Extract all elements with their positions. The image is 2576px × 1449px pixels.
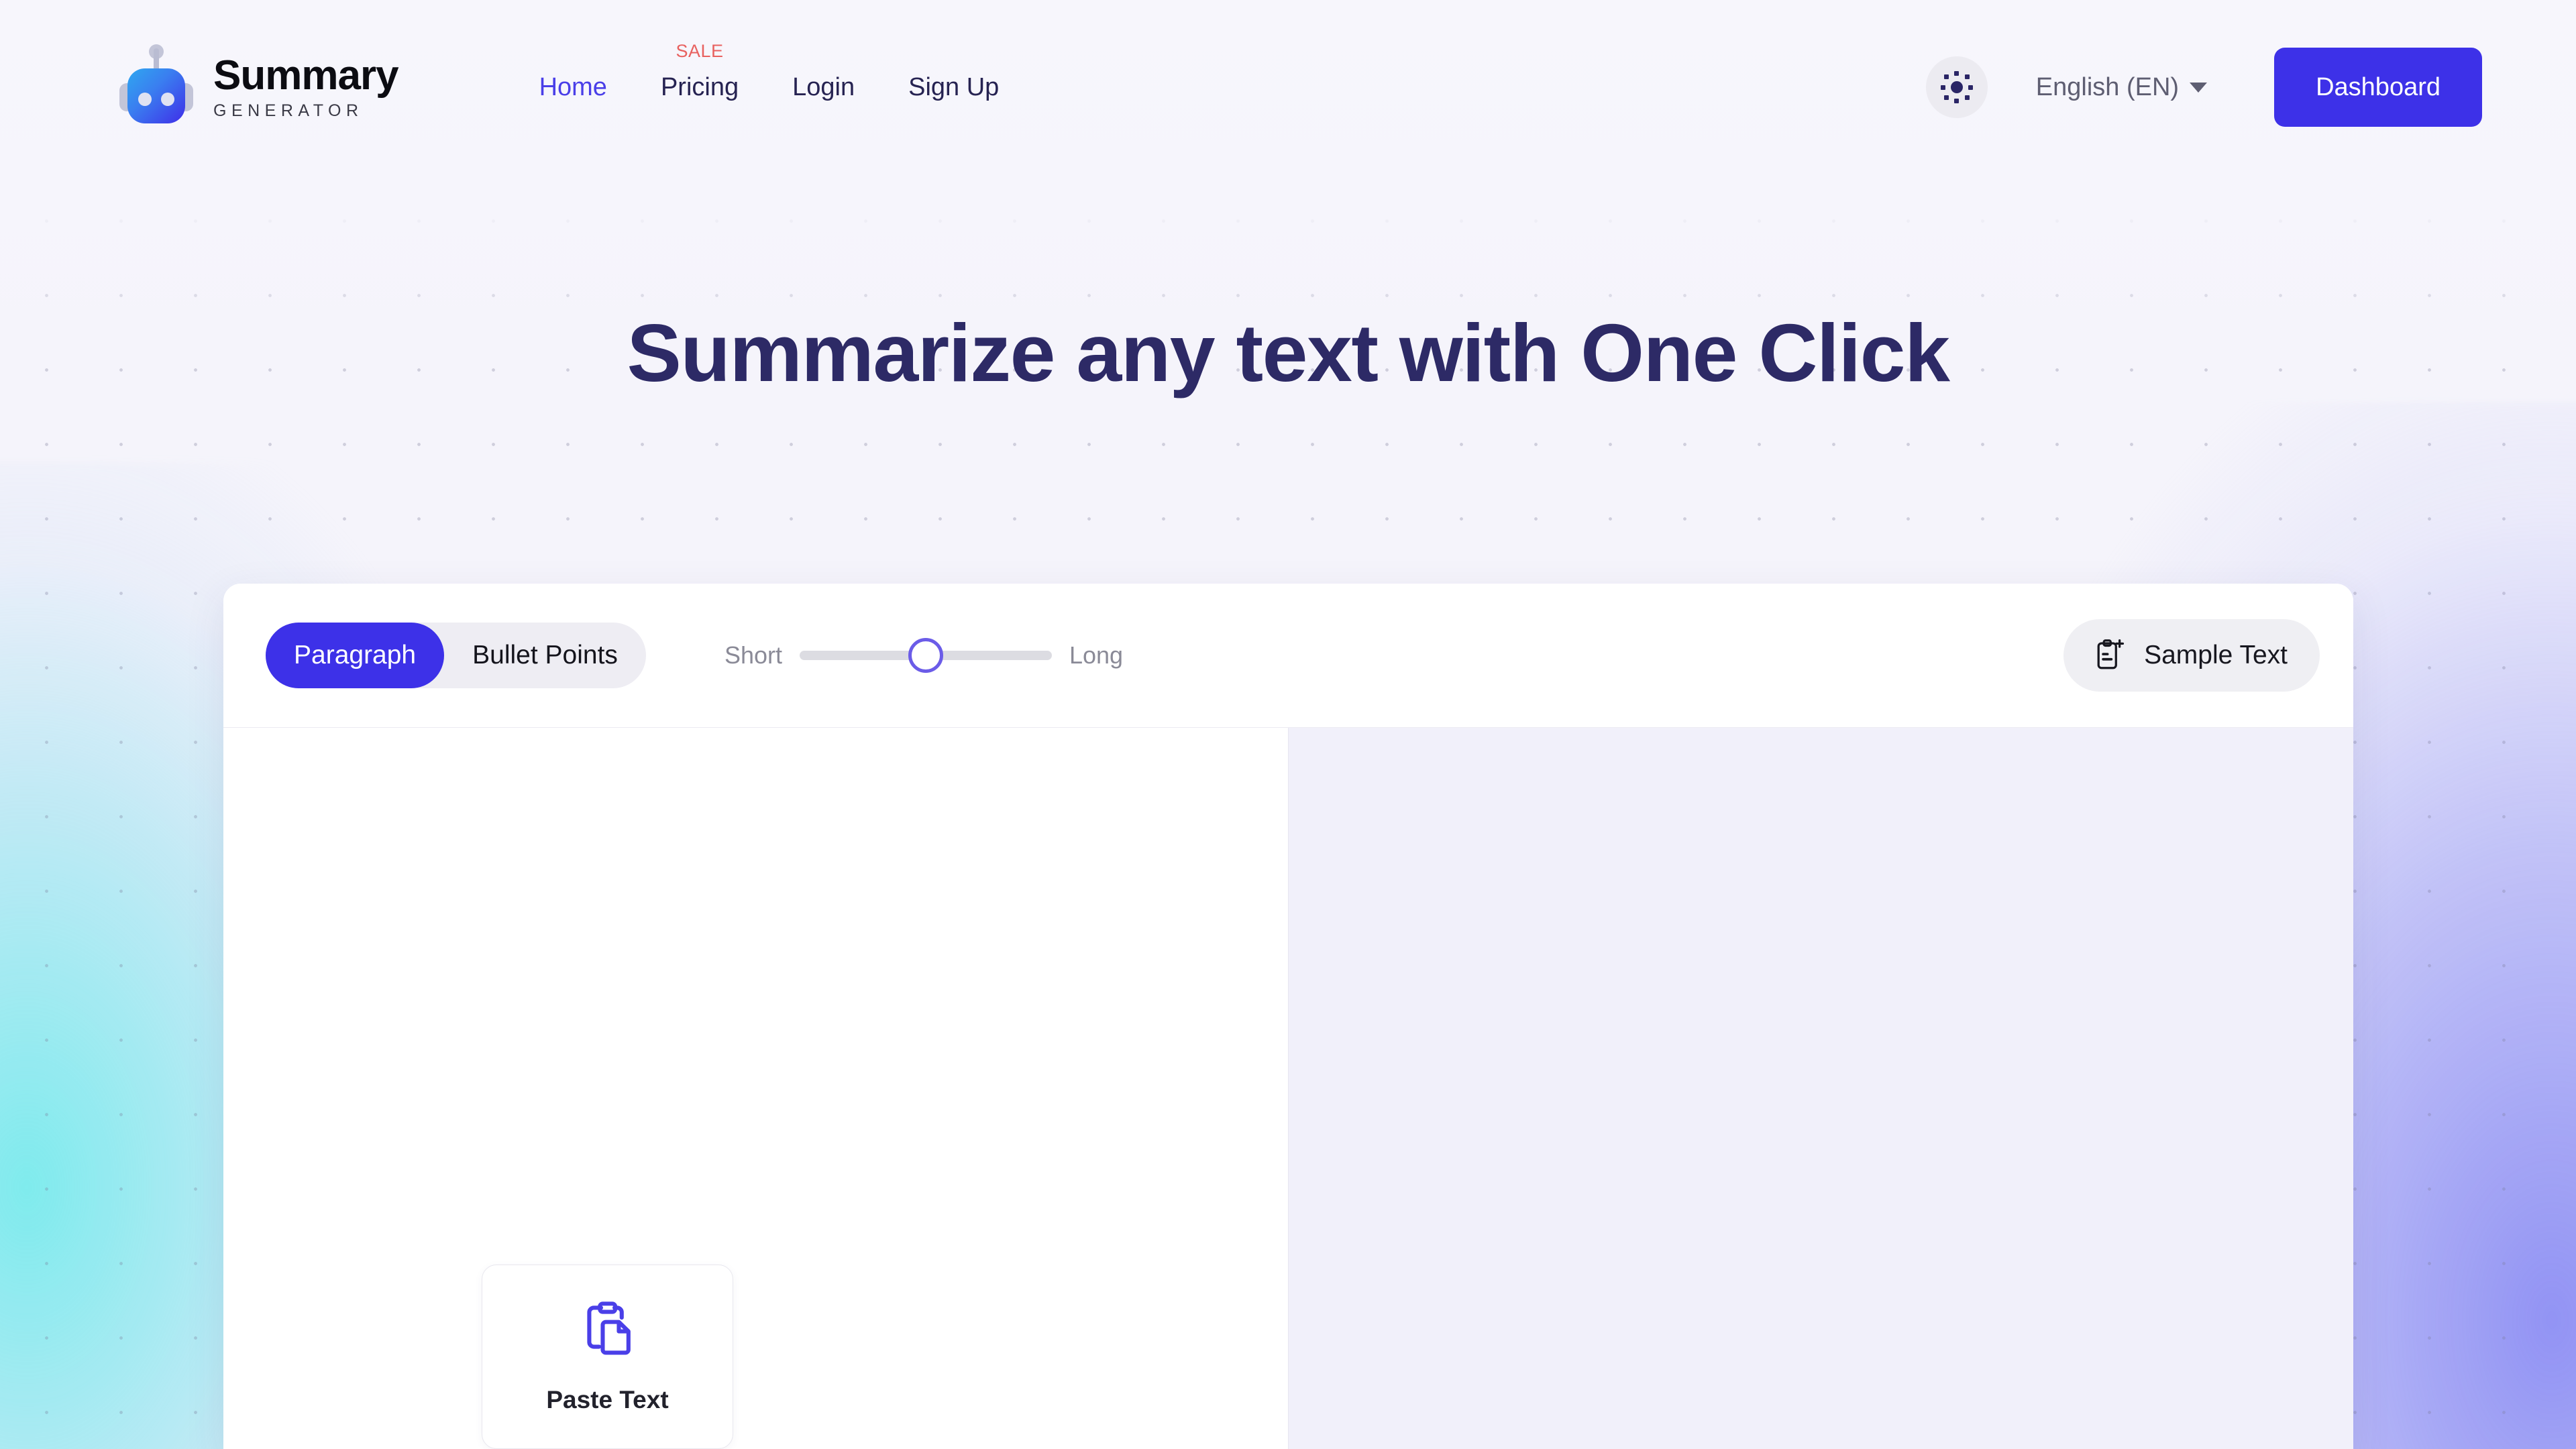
brand-subtitle: GENERATOR [213, 101, 364, 120]
sale-badge: SALE [676, 40, 724, 61]
main-navigation: Home SALE Pricing Login Sign Up [513, 41, 1026, 102]
language-selector[interactable]: English (EN) [2035, 72, 2208, 102]
slider-track[interactable] [799, 637, 1052, 674]
brand-title: Summary [213, 52, 399, 99]
robot-head-icon [119, 44, 193, 127]
nav-item-label: Home [539, 72, 607, 101]
site-header: Summary GENERATOR Home SALE Pricing Logi… [0, 0, 2576, 174]
brand-logo[interactable]: Summary GENERATOR [119, 44, 399, 127]
mode-option-bullet-points[interactable]: Bullet Points [444, 623, 646, 688]
chevron-down-icon [2190, 82, 2208, 93]
card-toolbar: Paragraph Bullet Points Short Long Sampl… [223, 584, 2353, 728]
mode-option-paragraph[interactable]: Paragraph [266, 623, 445, 688]
text-input-panel[interactable]: Paste Text [223, 728, 1288, 1449]
nav-item-label: Pricing [660, 72, 739, 101]
paste-text-button[interactable]: Paste Text [482, 1265, 733, 1449]
slider-thumb[interactable] [908, 638, 943, 673]
card-body: Paste Text [223, 728, 2353, 1449]
summarizer-card: Paragraph Bullet Points Short Long Sampl… [223, 584, 2353, 1449]
dashboard-button[interactable]: Dashboard [2274, 48, 2482, 127]
nav-item-home[interactable]: Home [513, 73, 634, 102]
slider-min-label: Short [724, 641, 782, 669]
nav-item-label: Login [792, 72, 855, 101]
nav-item-label: Sign Up [908, 72, 1000, 101]
output-mode-toggle: Paragraph Bullet Points [266, 623, 646, 688]
sample-text-button[interactable]: Sample Text [2063, 619, 2320, 692]
slider-max-label: Long [1069, 641, 1124, 669]
summary-length-slider: Short Long [724, 637, 1123, 674]
sample-text-label: Sample Text [2144, 641, 2288, 669]
page-title: Summarize any text with One Click [627, 307, 1950, 398]
clipboard-paste-icon [586, 1301, 631, 1355]
nav-item-login[interactable]: Login [765, 73, 881, 102]
language-label: English (EN) [2035, 72, 2180, 101]
nav-item-signup[interactable]: Sign Up [881, 73, 1026, 102]
theme-toggle-button[interactable] [1925, 56, 1988, 118]
sun-icon [1940, 71, 1973, 103]
clipboard-plus-icon [2097, 639, 2125, 669]
header-actions: English (EN) Dashboard [1925, 48, 2482, 127]
summary-output-panel[interactable] [1288, 728, 2353, 1449]
nav-item-pricing[interactable]: SALE Pricing [634, 41, 765, 102]
paste-text-label: Paste Text [546, 1385, 669, 1413]
